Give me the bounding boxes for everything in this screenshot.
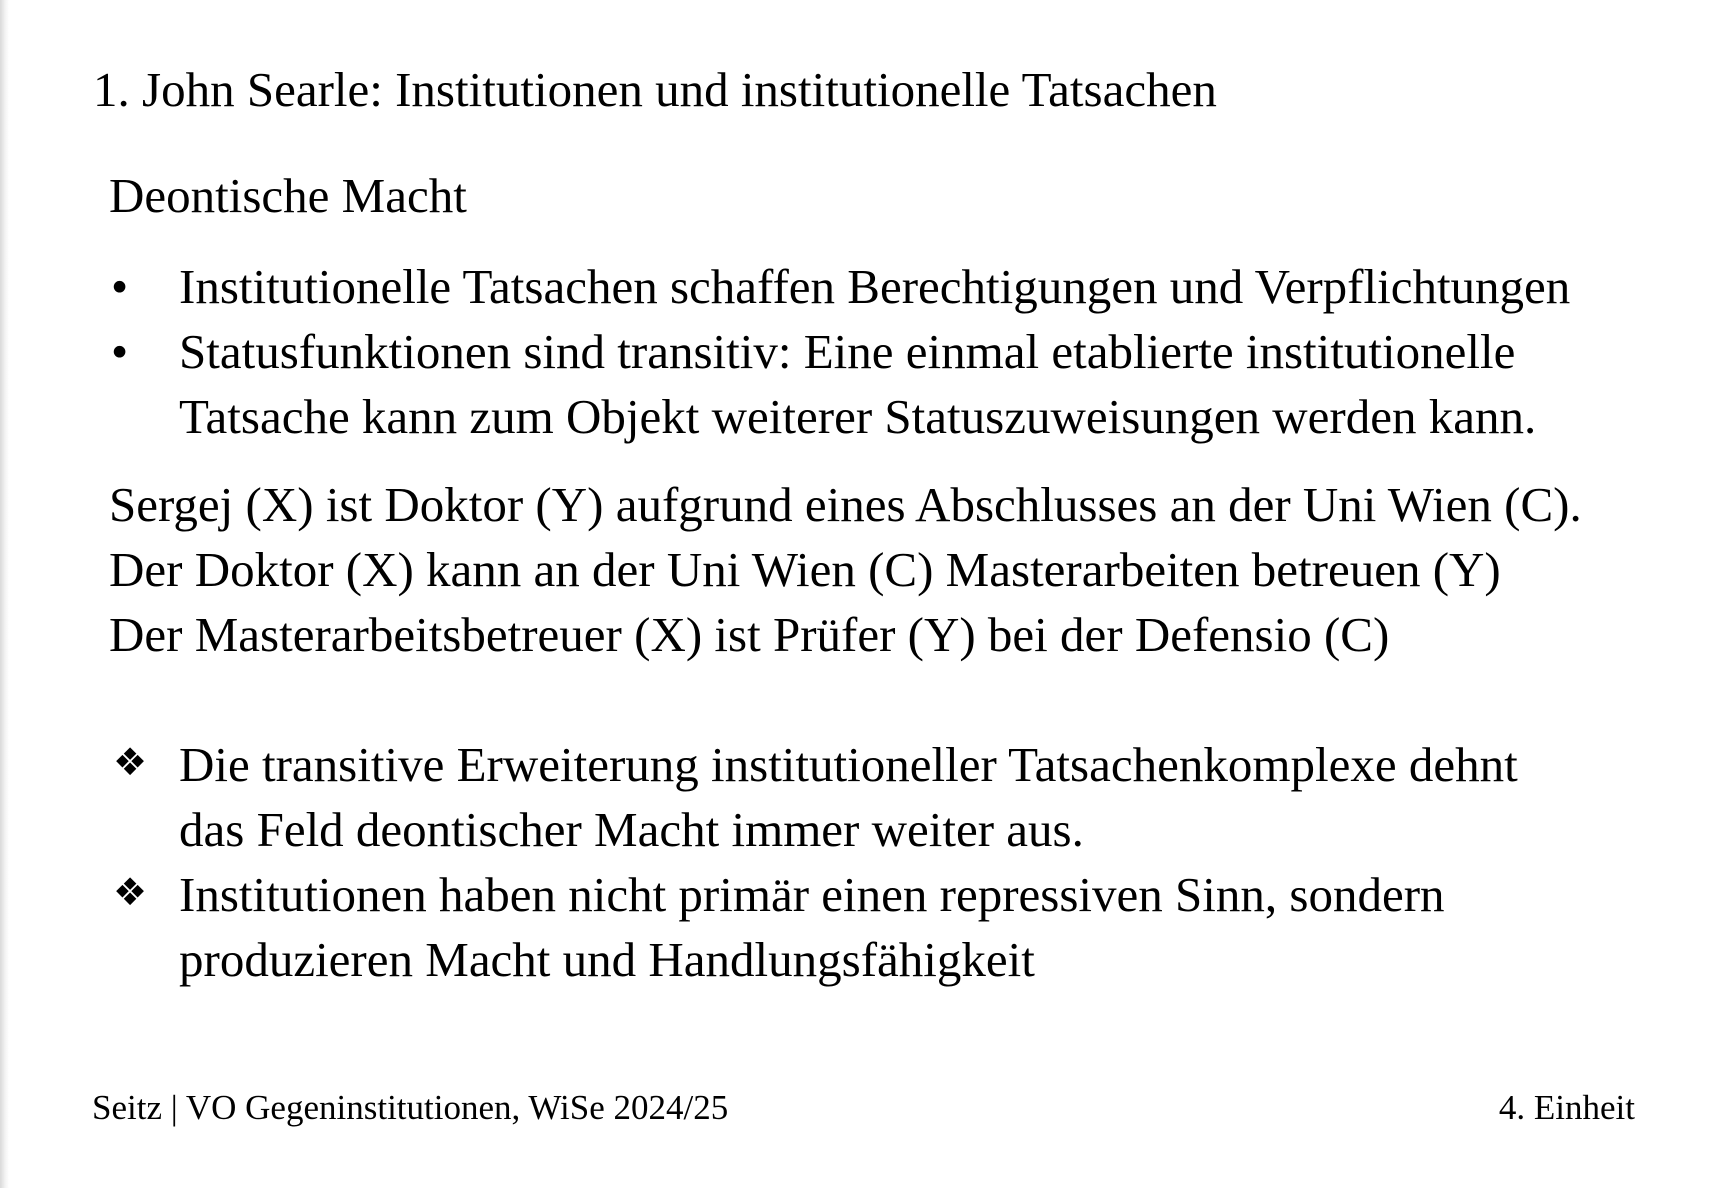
bullet-text-line: Institutionelle Tatsachen schaffen Berec… bbox=[179, 259, 1571, 314]
example-line: Sergej (X) ist Doktor (Y) aufgrund eines… bbox=[109, 477, 1582, 532]
diamond-bullet-icon: ❖ bbox=[113, 870, 148, 914]
conclusion-item: ❖ Die transitive Erweiterung institution… bbox=[109, 732, 1699, 862]
example-block: Sergej (X) ist Doktor (Y) aufgrund eines… bbox=[109, 472, 1582, 667]
bullet-text-line: Tatsache kann zum Objekt weiterer Status… bbox=[179, 389, 1537, 444]
example-line: Der Masterarbeitsbetreuer (X) ist Prüfer… bbox=[109, 607, 1390, 662]
slide-left-edge-shadow bbox=[0, 0, 9, 1188]
bullet-item: • Institutionelle Tatsachen schaffen Ber… bbox=[109, 254, 1699, 319]
slide-title: 1. John Searle: Institutionen und instit… bbox=[93, 62, 1217, 117]
bullet-dot-icon: • bbox=[111, 324, 129, 379]
bullet-list: • Institutionelle Tatsachen schaffen Ber… bbox=[109, 254, 1699, 449]
example-line: Der Doktor (X) kann an der Uni Wien (C) … bbox=[109, 542, 1501, 597]
diamond-bullet-icon: ❖ bbox=[113, 740, 148, 784]
conclusion-text-line: produzieren Macht und Handlungsfähigkeit bbox=[179, 932, 1035, 987]
footer-unit-number: 4. Einheit bbox=[1498, 1088, 1635, 1127]
section-heading: Deontische Macht bbox=[109, 168, 467, 223]
conclusion-text-line: Die transitive Erweiterung institutionel… bbox=[179, 737, 1518, 792]
conclusion-list: ❖ Die transitive Erweiterung institution… bbox=[109, 732, 1699, 992]
conclusion-item: ❖ Institutionen haben nicht primär einen… bbox=[109, 862, 1699, 992]
bullet-item: • Statusfunktionen sind transitiv: Eine … bbox=[109, 319, 1699, 449]
bullet-text-line: Statusfunktionen sind transitiv: Eine ei… bbox=[179, 324, 1516, 379]
bullet-dot-icon: • bbox=[111, 259, 129, 314]
footer-course-info: Seitz | VO Gegeninstitutionen, WiSe 2024… bbox=[92, 1088, 729, 1127]
conclusion-text-line: Institutionen haben nicht primär einen r… bbox=[179, 867, 1445, 922]
conclusion-text-line: das Feld deontischer Macht immer weiter … bbox=[179, 802, 1084, 857]
